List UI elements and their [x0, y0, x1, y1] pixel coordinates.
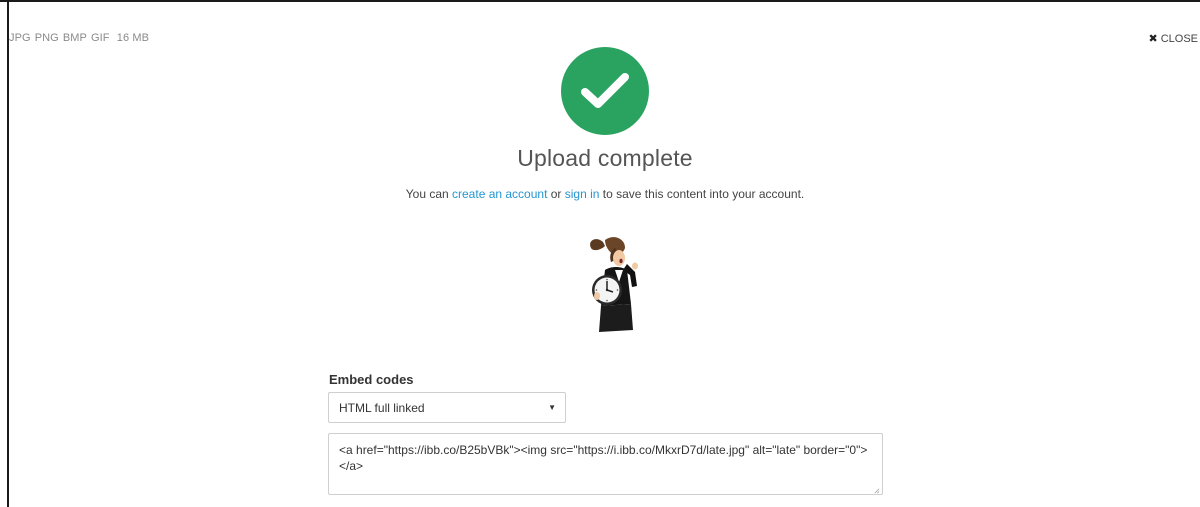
max-file-size: 16 MB — [116, 32, 150, 44]
upload-complete-panel: JPG PNG BMP GIF 16 MB ✖ CLOSE Upload comple… — [0, 0, 1200, 507]
close-label: CLOSE — [1160, 32, 1198, 45]
message-prefix: You can — [405, 187, 453, 201]
close-button[interactable]: ✖ CLOSE — [1148, 32, 1198, 46]
account-message: You can create an account or sign in to … — [0, 187, 1200, 201]
close-icon: ✖ — [1148, 33, 1158, 45]
check-icon — [581, 73, 629, 108]
format-bmp: BMP — [62, 32, 87, 44]
allowed-formats: JPG PNG BMP GIF 16 MB — [9, 32, 153, 44]
chevron-down-icon: ▼ — [548, 403, 556, 412]
message-suffix: to save this content into your account. — [599, 187, 805, 201]
sign-in-link[interactable]: sign in — [565, 187, 600, 201]
success-check-badge — [561, 47, 649, 135]
embed-format-select[interactable]: HTML full linked ▼ — [328, 392, 566, 423]
message-middle: or — [547, 187, 565, 201]
window-border — [7, 2, 9, 507]
format-png: PNG — [34, 32, 59, 44]
resize-grip-icon[interactable] — [874, 488, 880, 494]
embed-format-selected: HTML full linked — [339, 400, 425, 415]
format-gif: GIF — [90, 32, 110, 44]
uploaded-image-thumbnail — [590, 237, 638, 332]
embed-codes-label: Embed codes — [329, 372, 414, 387]
create-account-link[interactable]: create an account — [452, 187, 547, 201]
format-jpg: JPG — [9, 32, 31, 44]
embed-code-textarea[interactable]: <a href="https://ibb.co/B25bVBk"><img sr… — [328, 433, 883, 495]
page-title: Upload complete — [517, 145, 693, 171]
